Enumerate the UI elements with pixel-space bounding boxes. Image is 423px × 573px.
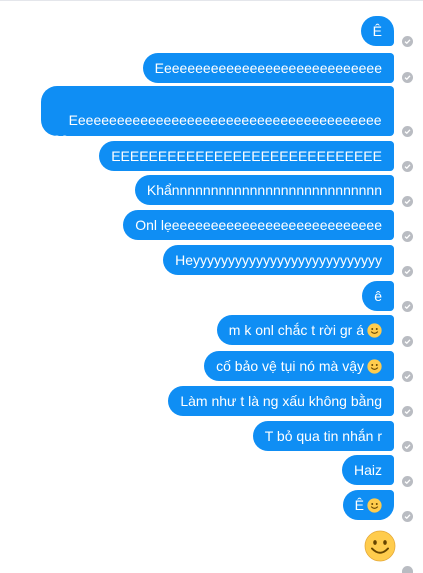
message-bubble[interactable]: Heyyyyyyyyyyyyyyyyyyyyyyyyyyy bbox=[163, 245, 394, 275]
smiling-face-emoji[interactable] bbox=[364, 530, 396, 562]
smiling-face-emoji bbox=[367, 498, 382, 513]
message-bubble[interactable]: Làm như t là ng xấu không bằng bbox=[168, 386, 394, 416]
check-circle-icon bbox=[402, 511, 413, 522]
message-bubble[interactable]: cố bảo vệ tụi nó mà vậy bbox=[204, 351, 394, 381]
message-bubble[interactable]: m k onl chắc t rời gr á bbox=[216, 315, 394, 345]
check-circle-icon bbox=[402, 371, 413, 382]
message-text: Heyyyyyyyyyyyyyyyyyyyyyyyyyyy bbox=[175, 252, 382, 268]
message-bubble[interactable]: Haiz bbox=[341, 455, 394, 485]
check-circle-icon bbox=[402, 441, 413, 452]
message-text: Ê bbox=[354, 497, 364, 513]
message-bubble[interactable]: Onl lẹeeeeeeeeeeeeeeeeeeeeeeeeeee bbox=[123, 210, 394, 240]
check-circle-icon bbox=[402, 266, 413, 277]
message-text: T bỏ qua tin nhắn r bbox=[264, 428, 382, 444]
message-bubble[interactable]: Ê bbox=[342, 490, 394, 520]
message-text: Khẩnnnnnnnnnnnnnnnnnnnnnnnnnnn bbox=[146, 182, 382, 198]
message-bubble[interactable]: Khẩnnnnnnnnnnnnnnnnnnnnnnnnnnn bbox=[134, 175, 394, 205]
message-bubble[interactable]: Eeeeeeeeeeeeeeeeeeeeeeeeeeeee bbox=[142, 53, 394, 83]
message-bubble[interactable]: ê bbox=[362, 281, 394, 311]
check-circle-icon bbox=[402, 126, 413, 137]
message-text: Ê bbox=[372, 23, 382, 39]
top-divider bbox=[0, 0, 423, 1]
message-text: cố bảo vệ tụi nó mà vậy bbox=[216, 358, 364, 374]
check-circle-icon bbox=[402, 161, 413, 172]
message-bubble[interactable]: EEEEEEEEEEEEEEEEEEEEEEEEEEEEE bbox=[99, 141, 394, 171]
message-text: Haiz bbox=[353, 462, 382, 478]
check-circle-icon bbox=[402, 196, 413, 207]
check-circle-icon bbox=[402, 36, 413, 47]
message-text: Làm như t là ng xấu không bằng bbox=[180, 393, 382, 409]
chat-thread: Ê Eeeeeeeeeeeeeeeeeeeeeeeeeeeee Eeeeeeee… bbox=[0, 0, 423, 573]
message-text: EEEEEEEEEEEEEEEEEEEEEEEEEEEEE bbox=[111, 148, 382, 164]
message-bubble[interactable]: Ê bbox=[360, 16, 394, 46]
message-text: Onl lẹeeeeeeeeeeeeeeeeeeeeeeeeeee bbox=[135, 217, 382, 233]
smiling-face-emoji bbox=[367, 359, 382, 374]
check-circle-icon bbox=[402, 72, 413, 83]
message-text: ê bbox=[374, 288, 382, 304]
message-bubble[interactable]: T bỏ qua tin nhắn r bbox=[252, 421, 394, 451]
check-circle-icon bbox=[402, 231, 413, 242]
check-circle-icon bbox=[402, 336, 413, 347]
message-bubble[interactable]: Eeeeeeeeeeeeeeeeeeeeeeeeeeeeeeeeeeeeeeee… bbox=[41, 86, 394, 164]
check-circle-icon bbox=[402, 406, 413, 417]
check-circle-icon bbox=[402, 301, 413, 312]
message-text: Eeeeeeeeeeeeeeeeeeeeeeeeeeeee bbox=[154, 60, 382, 76]
check-circle-icon bbox=[402, 566, 413, 573]
check-circle-icon bbox=[402, 476, 413, 487]
message-text: m k onl chắc t rời gr á bbox=[228, 322, 364, 338]
smiling-face-emoji bbox=[367, 323, 382, 338]
